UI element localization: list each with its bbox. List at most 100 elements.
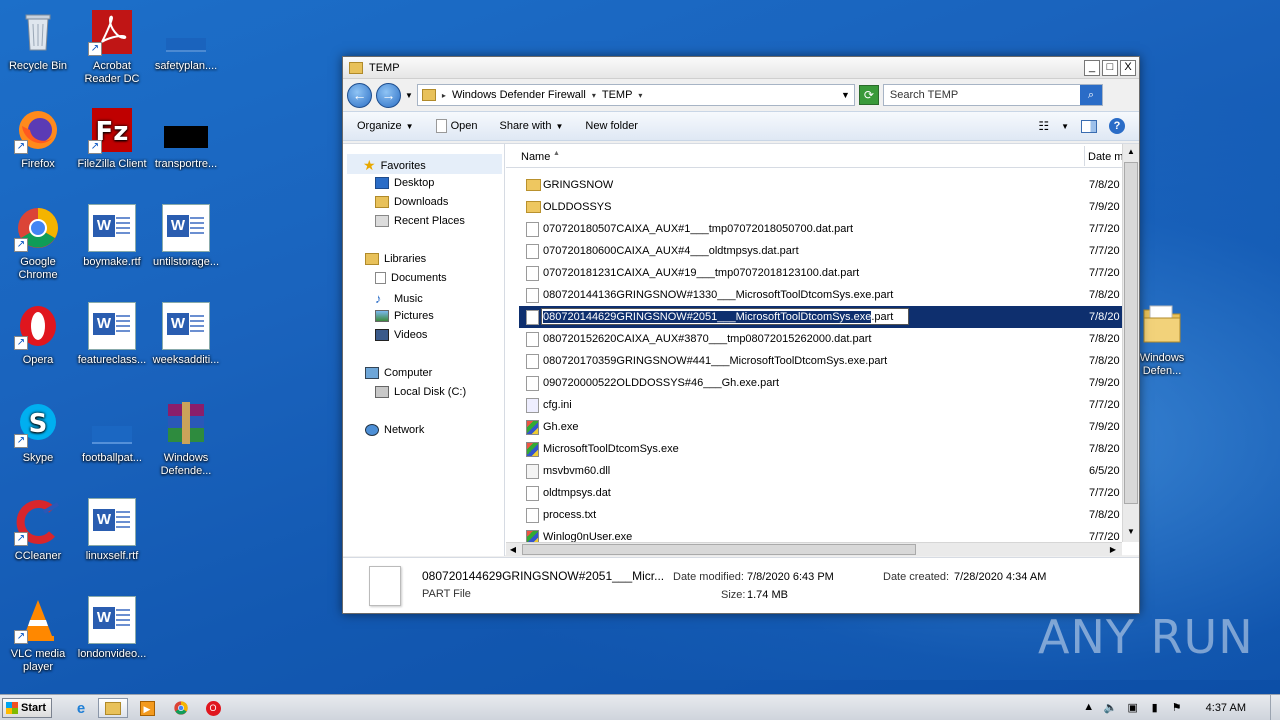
taskbar-media-player[interactable]: ▶ <box>134 698 160 718</box>
network-status-icon[interactable]: ▣ <box>1126 701 1140 715</box>
breadcrumb-separator-icon[interactable]: ▾ <box>592 91 596 100</box>
file-row[interactable]: 070720180600CAIXA_AUX#4___oldtmpsys.dat.… <box>506 240 1122 262</box>
open-button[interactable]: Open <box>435 119 477 133</box>
nav-item-pictures[interactable]: Pictures <box>375 310 434 322</box>
search-input[interactable]: Search TEMP ⌕ <box>882 84 1103 106</box>
file-row[interactable]: Gh.exe 7/9/20 <box>506 416 1122 438</box>
breadcrumb-separator-icon[interactable]: ▾ <box>638 91 642 100</box>
nav-item-documents[interactable]: Documents <box>375 272 447 284</box>
volume-icon[interactable]: 🔈 <box>1104 701 1118 715</box>
forward-button[interactable]: → <box>376 82 401 108</box>
share-with-button[interactable]: Share with ▼ <box>499 120 563 132</box>
desktop-icon-skype[interactable]: S ↗ Skype <box>0 400 76 465</box>
breadcrumb-item[interactable]: Windows Defender Firewall <box>452 89 586 101</box>
taskbar-chrome[interactable] <box>168 698 194 718</box>
nav-item-libraries[interactable]: Libraries <box>365 253 426 265</box>
file-name-rename[interactable]: 080720144629GRINGSNOW#2051___MicrosoftTo… <box>543 311 893 323</box>
desktop-icon-boymake[interactable]: W boymake.rtf <box>74 204 150 269</box>
refresh-button[interactable]: ⟳ <box>858 85 879 105</box>
scroll-left-icon[interactable]: ◀ <box>506 543 520 556</box>
preview-pane-icon[interactable] <box>1081 119 1097 133</box>
vertical-scrollbar[interactable]: ▲ ▼ <box>1122 144 1139 542</box>
desktop-icon-featureclass[interactable]: W featureclass... <box>74 302 150 367</box>
desktop-icon-linuxself[interactable]: W linuxself.rtf <box>74 498 150 563</box>
desktop-icon-transportre[interactable]: transportre... <box>148 106 224 171</box>
taskbar-explorer[interactable] <box>98 698 128 718</box>
recent-pages-dropdown[interactable]: ▼ <box>405 91 413 100</box>
file-row[interactable]: GRINGSNOW 7/8/20 <box>506 174 1122 196</box>
power-icon[interactable]: ▮ <box>1148 701 1162 715</box>
nav-item-desktop[interactable]: Desktop <box>375 177 434 189</box>
show-hidden-icons-icon[interactable]: ▲ <box>1082 701 1096 715</box>
desktop-icon-vlc[interactable]: ↗ VLC media player <box>0 596 76 674</box>
scroll-up-icon[interactable]: ▲ <box>1123 144 1139 160</box>
address-dropdown-icon[interactable]: ▼ <box>841 90 850 100</box>
back-button[interactable]: ← <box>347 82 372 108</box>
nav-item-music[interactable]: ♪ Music <box>375 291 423 306</box>
file-name: Gh.exe <box>543 421 579 433</box>
taskbar-opera[interactable]: O <box>200 698 226 718</box>
horizontal-scroll-thumb[interactable] <box>522 544 916 555</box>
nav-item-favorites[interactable]: ★ Favorites <box>363 157 426 174</box>
window-titlebar[interactable]: TEMP _ □ X <box>343 57 1139 79</box>
file-row[interactable]: 070720180507CAIXA_AUX#1___tmp07072018050… <box>506 218 1122 240</box>
desktop-icon-ccleaner[interactable]: ↗ CCleaner <box>0 498 76 563</box>
nav-item-network[interactable]: Network <box>365 424 424 436</box>
desktop-icon-opera[interactable]: ↗ Opera <box>0 302 76 367</box>
nav-item-downloads[interactable]: Downloads <box>375 196 448 208</box>
scroll-right-icon[interactable]: ▶ <box>1106 543 1120 556</box>
desktop-icon-footballpat[interactable]: footballpat... <box>74 400 150 465</box>
nav-item-computer[interactable]: Computer <box>365 367 432 379</box>
minimize-button[interactable]: _ <box>1084 59 1100 76</box>
file-row[interactable]: MicrosoftToolDtcomSys.exe 7/8/20 <box>506 438 1122 460</box>
desktop-icon-safetyplan[interactable]: safetyplan.... <box>148 8 224 73</box>
taskbar-internet-explorer[interactable]: e <box>68 698 94 718</box>
desktop-icon-recycle-bin[interactable]: Recycle Bin <box>0 8 76 73</box>
file-row[interactable]: 080720170359GRINGSNOW#441___MicrosoftToo… <box>506 350 1122 372</box>
file-row[interactable]: 090720000522OLDDOSSYS#46___Gh.exe.part 7… <box>506 372 1122 394</box>
desktop-icon-firefox[interactable]: ↗ Firefox <box>0 106 76 171</box>
file-row[interactable]: process.txt 7/8/20 <box>506 504 1122 526</box>
nav-item-videos[interactable]: Videos <box>375 329 427 341</box>
file-row[interactable]: OLDDOSSYS 7/9/20 <box>506 196 1122 218</box>
desktop-icon-filezilla[interactable]: Fz ↗ FileZilla Client <box>74 106 150 171</box>
scroll-down-icon[interactable]: ▼ <box>1123 524 1139 540</box>
new-folder-button[interactable]: New folder <box>585 120 638 132</box>
file-row[interactable]: oldtmpsys.dat 7/7/20 <box>506 482 1122 504</box>
desktop-icon-windows-defender[interactable]: Windows Defende... <box>148 400 224 478</box>
address-box[interactable]: ▸ Windows Defender Firewall ▾ TEMP ▾ ▼ <box>416 84 855 106</box>
close-button[interactable]: X <box>1120 59 1136 76</box>
horizontal-scrollbar[interactable]: ◀ ▶ <box>506 542 1122 556</box>
vertical-scroll-thumb[interactable] <box>1124 162 1138 504</box>
desktop-icon-londonvideo[interactable]: W londonvideo... <box>74 596 150 661</box>
file-row[interactable]: 080720152620CAIXA_AUX#3870___tmp08072015… <box>506 328 1122 350</box>
share-with-label: Share with <box>499 120 552 132</box>
file-row-selected[interactable]: 080720144629GRINGSNOW#2051___MicrosoftTo… <box>506 306 1122 328</box>
help-icon[interactable]: ? <box>1109 118 1125 134</box>
search-icon[interactable]: ⌕ <box>1079 85 1102 105</box>
desktop-icon-chrome[interactable]: ↗ Google Chrome <box>0 204 76 282</box>
file-row[interactable]: 080720144136GRINGSNOW#1330___MicrosoftTo… <box>506 284 1122 306</box>
column-header-name[interactable]: Name <box>521 151 550 163</box>
file-row[interactable]: 070720181231CAIXA_AUX#19___tmp0707201812… <box>506 262 1122 284</box>
column-header-date[interactable]: Date m <box>1088 151 1123 163</box>
view-options-icon[interactable]: ☷ <box>1038 119 1049 133</box>
taskbar-clock[interactable]: 4:37 AM <box>1206 702 1246 714</box>
file-row[interactable]: cfg.ini 7/7/20 <box>506 394 1122 416</box>
file-row[interactable]: msvbvm60.dll 6/5/20 <box>506 460 1122 482</box>
breadcrumb-item[interactable]: TEMP <box>602 89 633 101</box>
show-desktop-button[interactable] <box>1270 695 1280 720</box>
desktop-icon-weeksadditi[interactable]: W weeksadditi... <box>148 302 224 367</box>
maximize-button[interactable]: □ <box>1102 59 1118 76</box>
chevron-down-icon: ▼ <box>405 121 414 131</box>
desktop-icon-untilstorage[interactable]: W untilstorage... <box>148 204 224 269</box>
chevron-down-icon[interactable]: ▼ <box>1061 122 1069 131</box>
nav-item-recent-places[interactable]: Recent Places <box>375 215 465 227</box>
nav-item-local-disk[interactable]: Local Disk (C:) <box>375 386 466 398</box>
window-controls: _ □ X <box>1084 59 1136 76</box>
column-separator[interactable] <box>1084 146 1085 166</box>
start-button[interactable]: Start <box>2 698 52 718</box>
organize-button[interactable]: Organize ▼ <box>357 120 414 132</box>
action-center-flag-icon[interactable]: ⚑ <box>1170 701 1184 715</box>
desktop-icon-acrobat-reader[interactable]: ↗ Acrobat Reader DC <box>74 8 150 86</box>
